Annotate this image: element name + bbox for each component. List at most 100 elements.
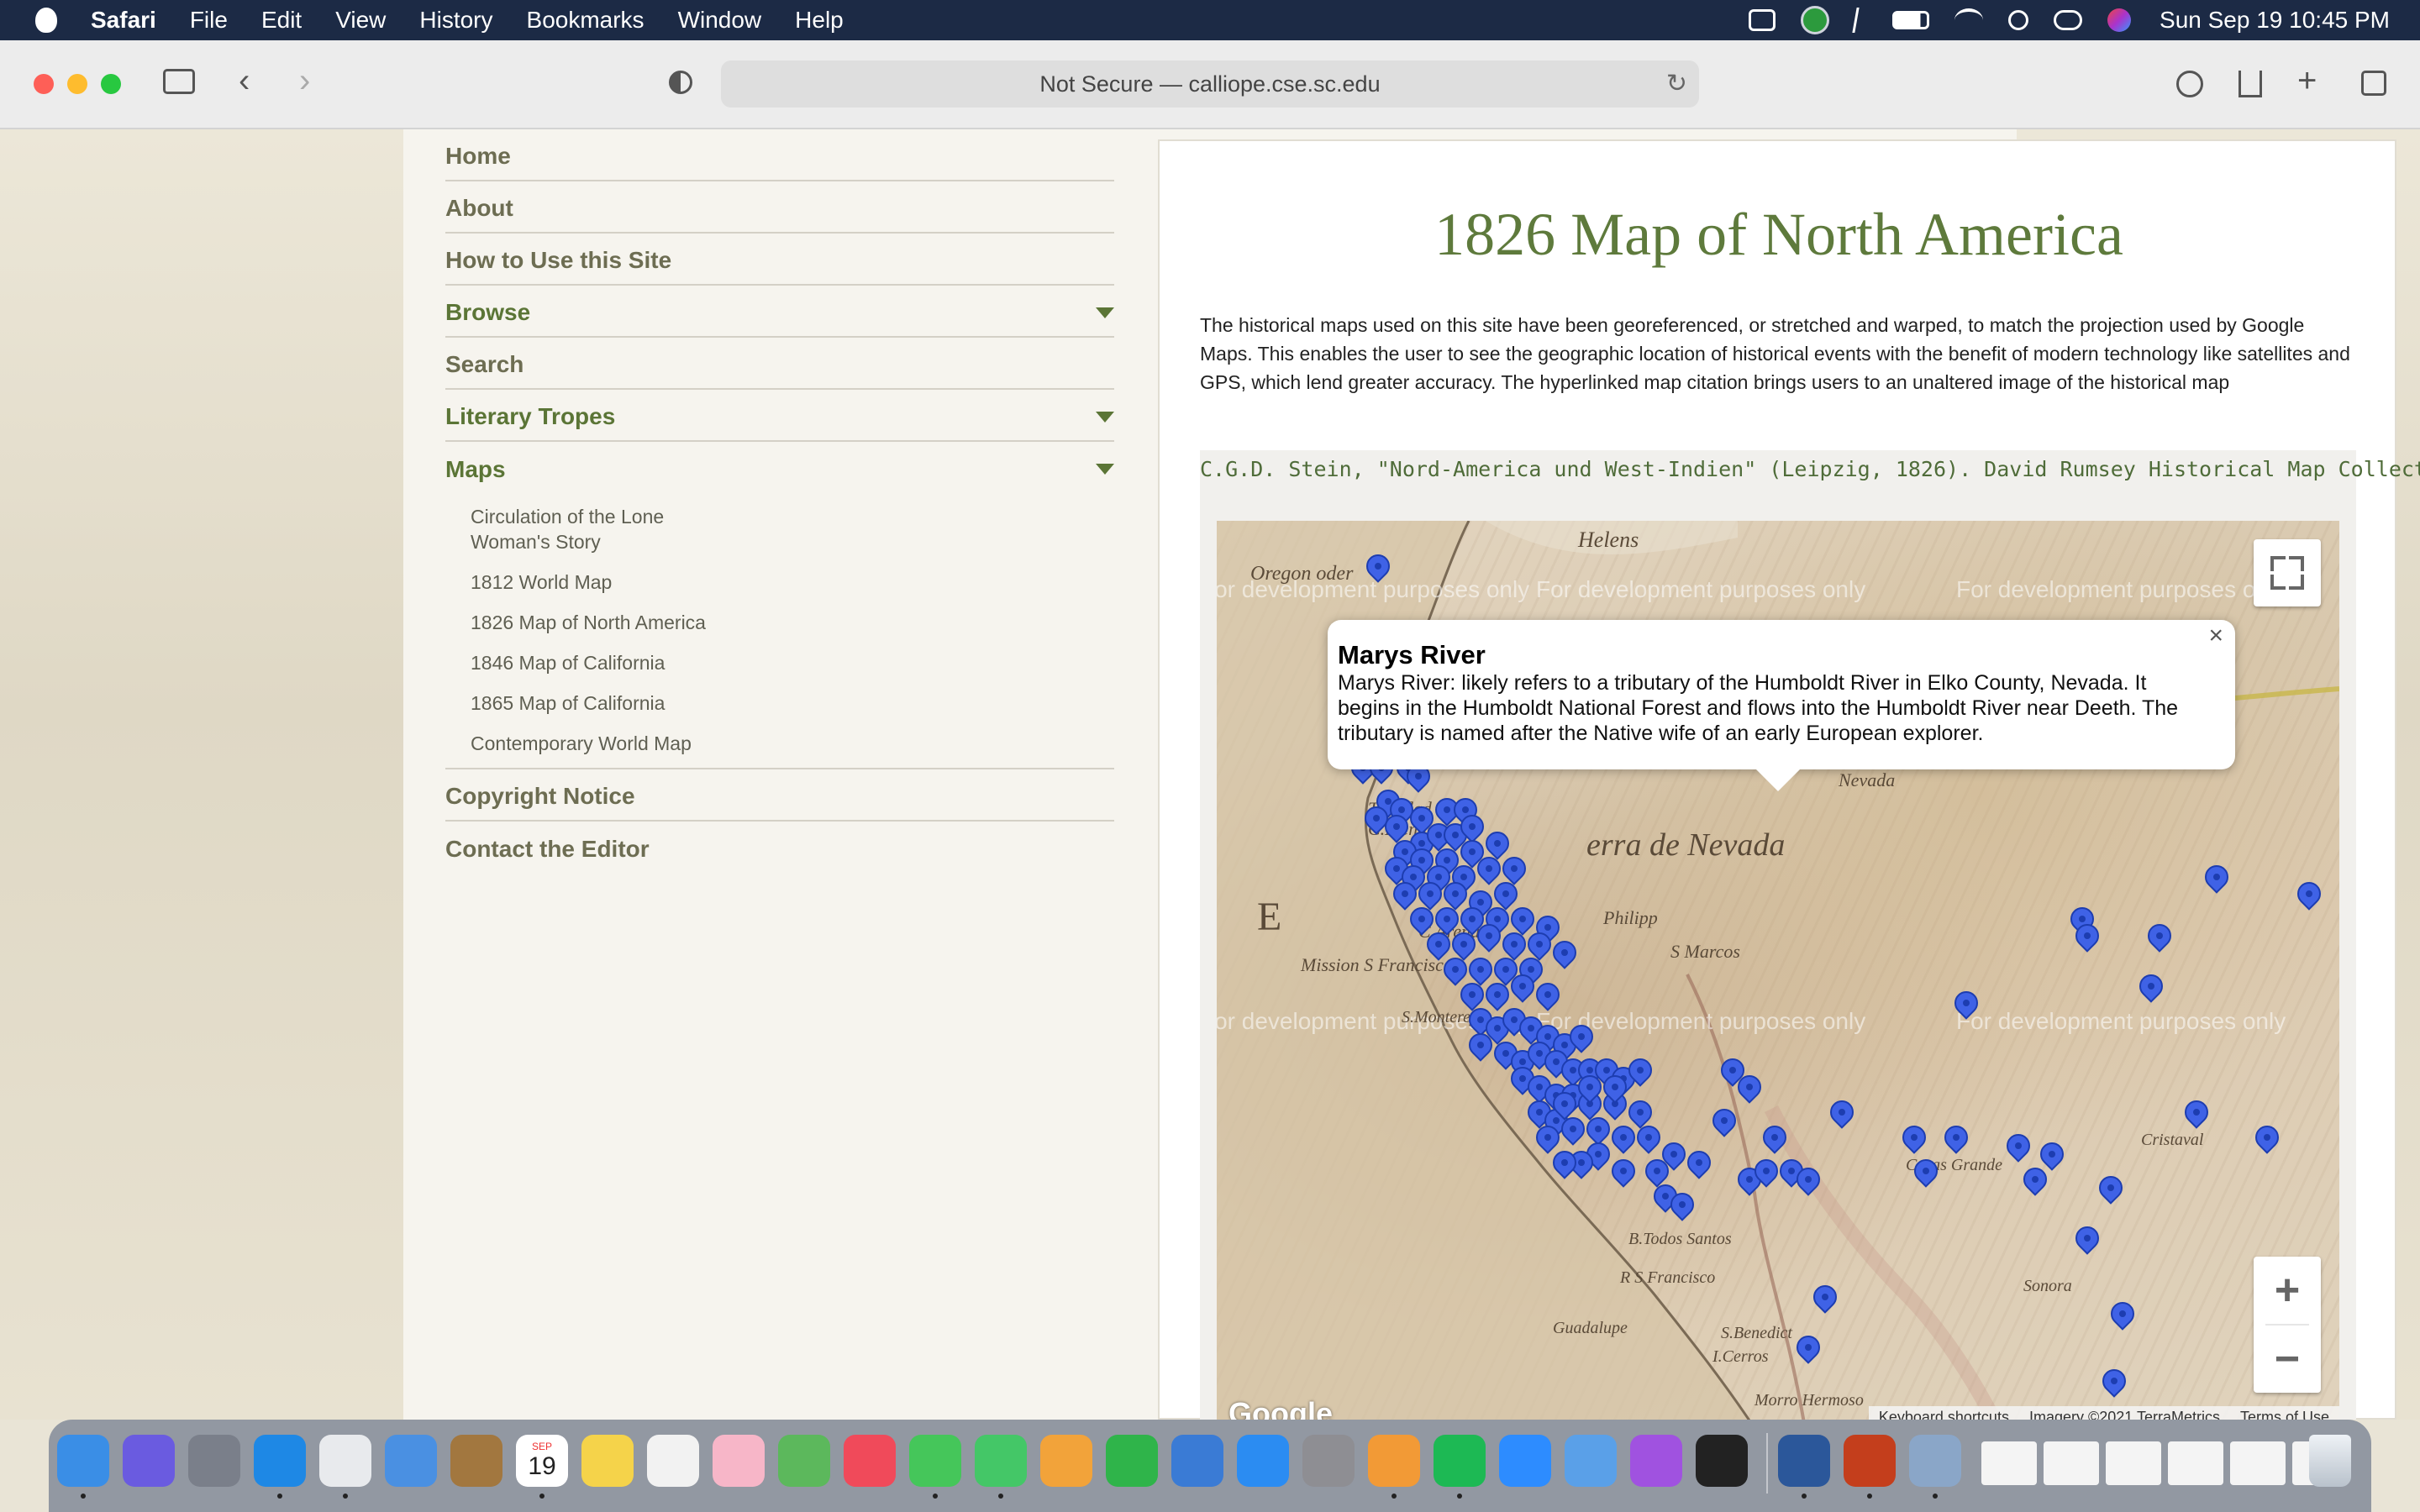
menu-help[interactable]: Help [795,7,844,34]
google-map[interactable]: For development purposes only For develo… [1217,521,2339,1420]
subnav-lone-woman[interactable]: Circulation of the Lone Woman's Story [471,504,714,554]
subnav-contemporary-map[interactable]: Contemporary World Map [471,731,714,756]
battery-icon[interactable] [1892,11,1930,29]
address-bar[interactable]: Not Secure — calliope.cse.sc.edu ↻ [721,60,1699,108]
downloads-icon[interactable] [2176,71,2203,97]
minimize-window-button[interactable] [67,74,87,94]
dock-contacts-icon[interactable] [450,1435,502,1487]
dock-zoom-icon[interactable] [1499,1435,1551,1487]
dock-finder-icon[interactable] [57,1435,109,1487]
close-icon[interactable]: × [2208,622,2223,650]
control-center-icon[interactable] [2054,10,2083,30]
dock-calendar-icon[interactable]: SEP 19 [516,1435,568,1487]
nav-maps[interactable]: Maps [445,442,1114,494]
nav-contact[interactable]: Contact the Editor [445,822,1114,874]
close-window-button[interactable] [34,74,54,94]
nav-browse-label: Browse [445,299,531,325]
dock-messages-icon[interactable] [909,1435,961,1487]
sidebar-toggle-icon[interactable] [163,69,195,94]
bluetooth-off-icon[interactable] [1852,8,1870,33]
subnav-1826-map[interactable]: 1826 Map of North America [471,610,714,635]
facetime-icon[interactable] [1749,9,1776,31]
google-logo[interactable]: Google [1228,1396,1333,1420]
caret-down-icon[interactable] [1096,464,1114,475]
subnav-1812-world-map[interactable]: 1812 World Map [471,570,714,595]
apple-menu-icon[interactable] [35,8,57,33]
zoom-out-button[interactable]: − [2254,1326,2321,1393]
subnav-1865-map[interactable]: 1865 Map of California [471,690,714,716]
caret-down-icon[interactable] [1096,307,1114,318]
caret-down-icon[interactable] [1096,412,1114,423]
map-citation-link[interactable]: C.G.D. Stein, "Nord-America und West-Ind… [1200,457,2420,481]
dock-powerpoint-icon[interactable] [1844,1435,1896,1487]
menu-window[interactable]: Window [678,7,762,34]
dock-document-thumbnail[interactable] [2230,1441,2286,1485]
nav-home[interactable]: Home [445,129,1114,181]
dock-podcasts-icon[interactable] [1630,1435,1682,1487]
dock-word-icon[interactable] [1778,1435,1830,1487]
dock-reminders-icon[interactable] [647,1435,699,1487]
share-icon[interactable] [2238,71,2262,97]
back-icon[interactable]: ‹ [239,64,250,97]
dock-news-icon[interactable] [844,1435,896,1487]
menu-view[interactable]: View [335,7,386,34]
dock-notes-icon[interactable] [581,1435,634,1487]
dock-maps-icon[interactable] [778,1435,830,1487]
zoom-in-button[interactable]: + [2254,1257,2321,1324]
shield-icon[interactable] [1801,6,1830,34]
menu-bookmarks[interactable]: Bookmarks [527,7,644,34]
reload-icon[interactable]: ↻ [1666,69,1687,98]
dock-photos-icon[interactable] [713,1435,765,1487]
dock-numbers-icon[interactable] [1106,1435,1158,1487]
search-icon[interactable] [2008,10,2029,30]
new-tab-icon[interactable]: + [2297,64,2317,97]
nav-about[interactable]: About [445,181,1114,234]
dock-keynote-icon[interactable] [1171,1435,1223,1487]
dock-apple-tv-icon[interactable] [1696,1435,1748,1487]
dock-network-radar-icon[interactable] [1565,1435,1617,1487]
map-label: erra de Nevada [1586,827,1786,863]
nav-literary-tropes[interactable]: Literary Tropes [445,390,1114,442]
menu-history[interactable]: History [419,7,492,34]
dock-system-preferences-icon[interactable] [1302,1435,1355,1487]
dock-siri-icon[interactable] [123,1435,175,1487]
dock-chrome-icon[interactable] [319,1435,371,1487]
privacy-report-icon[interactable] [669,71,692,94]
menu-app-safari[interactable]: Safari [91,7,156,34]
maximize-window-button[interactable] [101,74,121,94]
running-indicator [1457,1494,1462,1499]
terms-of-use-link[interactable]: Terms of Use [2230,1406,2339,1420]
dock-keynote-pages-icon[interactable] [1040,1435,1092,1487]
tab-overview-icon[interactable] [2361,71,2386,96]
wifi-icon[interactable] [1954,8,1984,32]
dock-safari-icon[interactable] [254,1435,306,1487]
dock-launchpad-icon[interactable] [188,1435,240,1487]
dock-preview-icon[interactable] [1909,1435,1961,1487]
subnav-1846-map[interactable]: 1846 Map of California [471,650,714,675]
fullscreen-button[interactable] [2254,539,2321,606]
map-label: Sonora [2023,1277,2072,1295]
menu-edit[interactable]: Edit [261,7,302,34]
dock-books-icon[interactable] [1368,1435,1420,1487]
main-content: 1826 Map of North America The historical… [1158,139,2420,1420]
menu-clock[interactable]: Sun Sep 19 10:45 PM [2160,7,2390,34]
nav-how-to-use[interactable]: How to Use this Site [445,234,1114,286]
dock-facetime-icon[interactable] [975,1435,1027,1487]
siri-icon[interactable] [2107,8,2132,32]
dock-spotify-icon[interactable] [1434,1435,1486,1487]
keyboard-shortcuts-link[interactable]: Keyboard shortcuts [1869,1406,2019,1420]
zoom-control: + − [2254,1257,2321,1393]
dock-app-store-icon[interactable] [1237,1435,1289,1487]
dock-mail-icon[interactable] [385,1435,437,1487]
menu-file[interactable]: File [190,7,228,34]
nav-browse[interactable]: Browse [445,286,1114,338]
nav-copyright[interactable]: Copyright Notice [445,769,1114,822]
nav-search[interactable]: Search [445,338,1114,390]
dock-document-thumbnail[interactable] [2106,1441,2161,1485]
nav-search-label: Search [445,351,524,377]
dock-document-thumbnail[interactable] [1981,1441,2037,1485]
dock-document-thumbnail[interactable] [2044,1441,2099,1485]
dock-document-thumbnail[interactable] [2168,1441,2223,1485]
forward-icon[interactable]: › [299,64,310,97]
dock-trash-icon[interactable] [2309,1435,2351,1487]
